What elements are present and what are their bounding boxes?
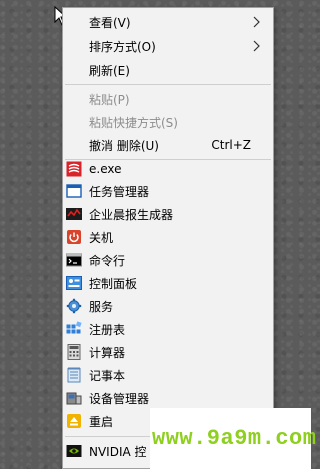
menu-item-device-manager[interactable]: 设备管理器 [63,387,273,409]
console-icon [66,253,82,267]
menu-item-label: 重启 [89,414,114,429]
menu-item-label: 服务 [89,299,114,314]
menu-item-view[interactable]: 查看(V) [63,11,273,33]
menu-item-paste[interactable]: 粘贴(P) [63,88,273,110]
menu-item-label: 撤消 删除(U) [89,138,159,153]
menu-item-command-line[interactable]: 命令行 [63,249,273,271]
calculator-icon [67,344,81,360]
menu-item-paste-shortcut[interactable]: 粘贴快捷方式(S) [63,111,273,133]
menu-item-services[interactable]: 服务 [63,295,273,317]
menu-item-undo-delete[interactable]: 撤消 删除(U) Ctrl+Z [63,134,273,156]
menu-item-registry[interactable]: 注册表 [63,318,273,340]
menu-item-task-manager[interactable]: 任务管理器 [63,180,273,202]
menu-item-label: 记事本 [89,368,126,383]
watermark: www.9a9m.com [150,408,316,469]
menu-item-calculator[interactable]: 计算器 [63,341,273,363]
menu-item-label: 粘贴(P) [89,92,130,107]
menu-item-label: e.exe [89,162,122,176]
chevron-right-icon [253,40,260,52]
menu-separator [65,84,271,85]
menu-item-shortcut: Ctrl+Z [211,138,251,152]
control-panel-icon [66,276,82,290]
menu-item-label: 查看(V) [89,15,131,30]
menu-item-label: 任务管理器 [89,184,150,199]
notepad-icon [67,367,81,383]
menu-item-label: 企业晨报生成器 [89,207,174,222]
menu-item-label: 命令行 [89,253,126,268]
desktop-context-menu: 查看(V) 排序方式(O) 刷新(E) 粘贴(P) 粘贴快捷方式(S) 撤消 删… [62,7,274,469]
menu-item-label: 计算器 [89,345,126,360]
chevron-right-icon [253,16,260,28]
nvidia-icon [66,445,82,457]
app-icon [66,161,82,177]
menu-item-report-generator[interactable]: 企业晨报生成器 [63,203,273,225]
menu-item-sort[interactable]: 排序方式(O) [63,35,273,57]
menu-item-label: 粘贴快捷方式(S) [89,115,178,130]
restart-icon [67,414,81,428]
menu-item-refresh[interactable]: 刷新(E) [63,59,273,81]
menu-item-control-panel[interactable]: 控制面板 [63,272,273,294]
registry-icon [66,321,82,334]
menu-item-label: 设备管理器 [89,391,150,406]
device-manager-icon [66,392,82,405]
window-icon [66,184,82,198]
menu-item-label: 注册表 [89,322,126,337]
menu-item-shutdown[interactable]: 关机 [63,226,273,248]
menu-item-e-exe[interactable]: e.exe [63,158,273,180]
menu-item-label: 关机 [89,230,114,245]
power-icon [67,230,81,244]
watermark-text: www.9a9m.com [152,426,317,451]
menu-item-label: 刷新(E) [89,63,130,78]
report-icon [66,208,82,220]
menu-item-label: 排序方式(O) [89,39,156,54]
gear-icon [66,298,82,314]
menu-item-label: NVIDIA 控 [89,444,147,459]
menu-item-notepad[interactable]: 记事本 [63,364,273,386]
menu-item-label: 控制面板 [89,276,138,291]
